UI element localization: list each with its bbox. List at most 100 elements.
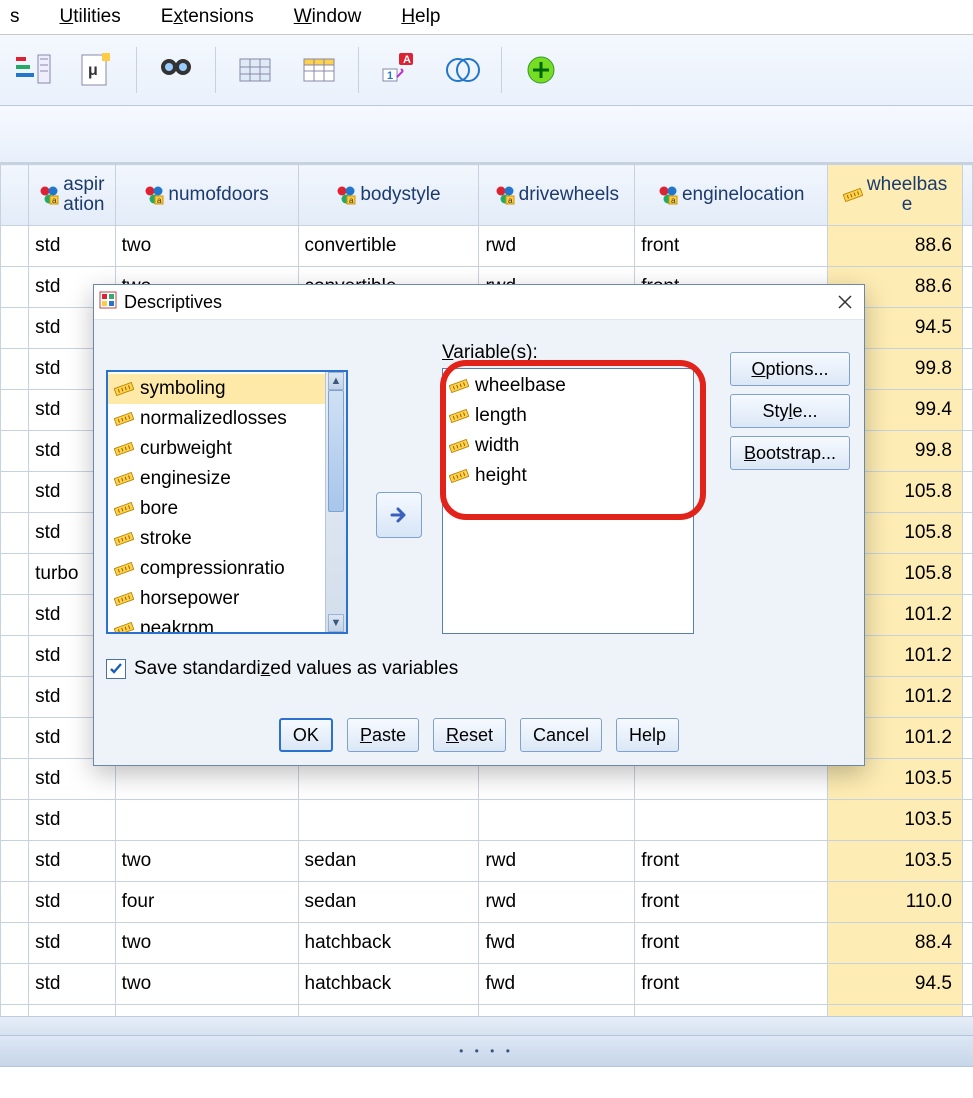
col-header-numofdoors[interactable]: anumofdoors	[115, 165, 298, 226]
cell[interactable]: hatchback	[298, 964, 479, 1005]
cell[interactable]: fwd	[479, 1005, 635, 1017]
cell[interactable]: four	[115, 882, 298, 923]
cell[interactable]: front	[635, 882, 828, 923]
tool-variables-icon[interactable]	[4, 43, 62, 97]
cell[interactable]: std	[29, 841, 115, 882]
cell[interactable]: 103.5	[828, 841, 963, 882]
col-header-wheelbase[interactable]: wheelbase	[828, 165, 963, 226]
cell[interactable]	[115, 800, 298, 841]
cell[interactable]: 94.5	[828, 964, 963, 1005]
tool-go-icon[interactable]	[512, 43, 570, 97]
cell[interactable]	[479, 800, 635, 841]
col-header-bodystyle[interactable]: abodystyle	[298, 165, 479, 226]
cell[interactable]: convertible	[298, 226, 479, 267]
col-header-enginelocation[interactable]: aenginelocation	[635, 165, 828, 226]
row-header[interactable]	[1, 923, 29, 964]
cell[interactable]: 88.6	[828, 226, 963, 267]
row-header[interactable]	[1, 226, 29, 267]
row-header[interactable]	[1, 513, 29, 554]
list-item[interactable]: height	[443, 461, 693, 491]
cell[interactable]: std	[29, 800, 115, 841]
cell[interactable]: two	[115, 841, 298, 882]
h-scrollbar[interactable]	[0, 1016, 973, 1035]
scroll-up-icon[interactable]: ▲	[328, 372, 344, 390]
cell[interactable]: rwd	[479, 882, 635, 923]
source-variable-list[interactable]: symbolingnormalizedlossescurbweightengin…	[106, 370, 348, 634]
cell[interactable]: 88.4	[828, 923, 963, 964]
cell[interactable]: 94.5	[828, 1005, 963, 1017]
cell[interactable]	[298, 800, 479, 841]
row-header[interactable]	[1, 431, 29, 472]
row-header[interactable]	[1, 349, 29, 390]
cell[interactable]: sedan	[298, 882, 479, 923]
cell[interactable]: front	[635, 923, 828, 964]
help-button[interactable]: Help	[616, 718, 679, 752]
row-header[interactable]	[1, 636, 29, 677]
row-header[interactable]	[1, 554, 29, 595]
cell[interactable]: two	[115, 226, 298, 267]
list-item[interactable]: width	[443, 431, 693, 461]
col-header-drivewheels[interactable]: adrivewheels	[479, 165, 635, 226]
tool-sets-icon[interactable]	[433, 43, 491, 97]
options-button[interactable]: Options...	[730, 352, 850, 386]
move-right-button[interactable]	[376, 492, 422, 538]
row-header[interactable]	[1, 800, 29, 841]
cell[interactable]: four	[115, 1005, 298, 1017]
list-item[interactable]: wheelbase	[443, 371, 693, 401]
list-item[interactable]: length	[443, 401, 693, 431]
row-header[interactable]	[1, 308, 29, 349]
row-header[interactable]	[1, 964, 29, 1005]
list-item[interactable]: stroke	[108, 524, 346, 554]
selected-variable-list[interactable]: wheelbaselengthwidthheight	[442, 368, 694, 634]
scroll-down-icon[interactable]: ▼	[328, 614, 344, 632]
cell[interactable]: two	[115, 923, 298, 964]
cell[interactable]: std	[29, 1005, 115, 1017]
list-item[interactable]: normalizedlosses	[108, 404, 346, 434]
tool-weight-icon[interactable]	[226, 43, 284, 97]
menu-item-window[interactable]: Window	[288, 4, 368, 30]
ok-button[interactable]: OK	[279, 718, 333, 752]
tool-splitfile-icon[interactable]	[290, 43, 348, 97]
row-header[interactable]	[1, 759, 29, 800]
cell[interactable]: front	[635, 1005, 828, 1017]
scroll-thumb[interactable]	[328, 390, 344, 512]
row-header[interactable]	[1, 390, 29, 431]
row-header[interactable]	[1, 472, 29, 513]
cell[interactable]: fwd	[479, 923, 635, 964]
menu-item-0[interactable]: s	[4, 4, 26, 30]
row-header[interactable]	[1, 1005, 29, 1017]
row-header[interactable]	[1, 841, 29, 882]
paste-button[interactable]: Paste	[347, 718, 419, 752]
col-header-aspiration[interactable]: aaspiration	[29, 165, 115, 226]
dialog-titlebar[interactable]: Descriptives	[94, 285, 864, 320]
save-z-row[interactable]: Save standardized values as variables	[106, 658, 458, 680]
list-item[interactable]: enginesize	[108, 464, 346, 494]
list-item[interactable]: bore	[108, 494, 346, 524]
close-icon[interactable]	[832, 289, 858, 315]
cell[interactable]: front	[635, 841, 828, 882]
list-item[interactable]: compressionratio	[108, 554, 346, 584]
view-tabs[interactable]: • • • •	[0, 1035, 973, 1067]
list-item[interactable]: curbweight	[108, 434, 346, 464]
list-item[interactable]: horsepower	[108, 584, 346, 614]
cell[interactable]: std	[29, 882, 115, 923]
cell[interactable]	[635, 800, 828, 841]
tool-valuelabels-icon[interactable]: A1	[369, 43, 427, 97]
cell[interactable]: rwd	[479, 841, 635, 882]
row-header[interactable]	[1, 882, 29, 923]
cell[interactable]: std	[29, 226, 115, 267]
cell[interactable]: std	[29, 923, 115, 964]
scrollbar-vertical[interactable]: ▲ ▼	[325, 372, 346, 632]
menu-item-utilities[interactable]: Utilities	[54, 4, 127, 30]
cancel-button[interactable]: Cancel	[520, 718, 602, 752]
reset-button[interactable]: Reset	[433, 718, 506, 752]
cell[interactable]: front	[635, 226, 828, 267]
cell[interactable]: hatchback	[298, 923, 479, 964]
cell[interactable]: 103.5	[828, 800, 963, 841]
cell[interactable]: rwd	[479, 226, 635, 267]
cell[interactable]: std	[29, 964, 115, 1005]
row-header[interactable]	[1, 677, 29, 718]
save-z-checkbox[interactable]	[106, 659, 126, 679]
row-header[interactable]	[1, 267, 29, 308]
row-header[interactable]	[1, 595, 29, 636]
